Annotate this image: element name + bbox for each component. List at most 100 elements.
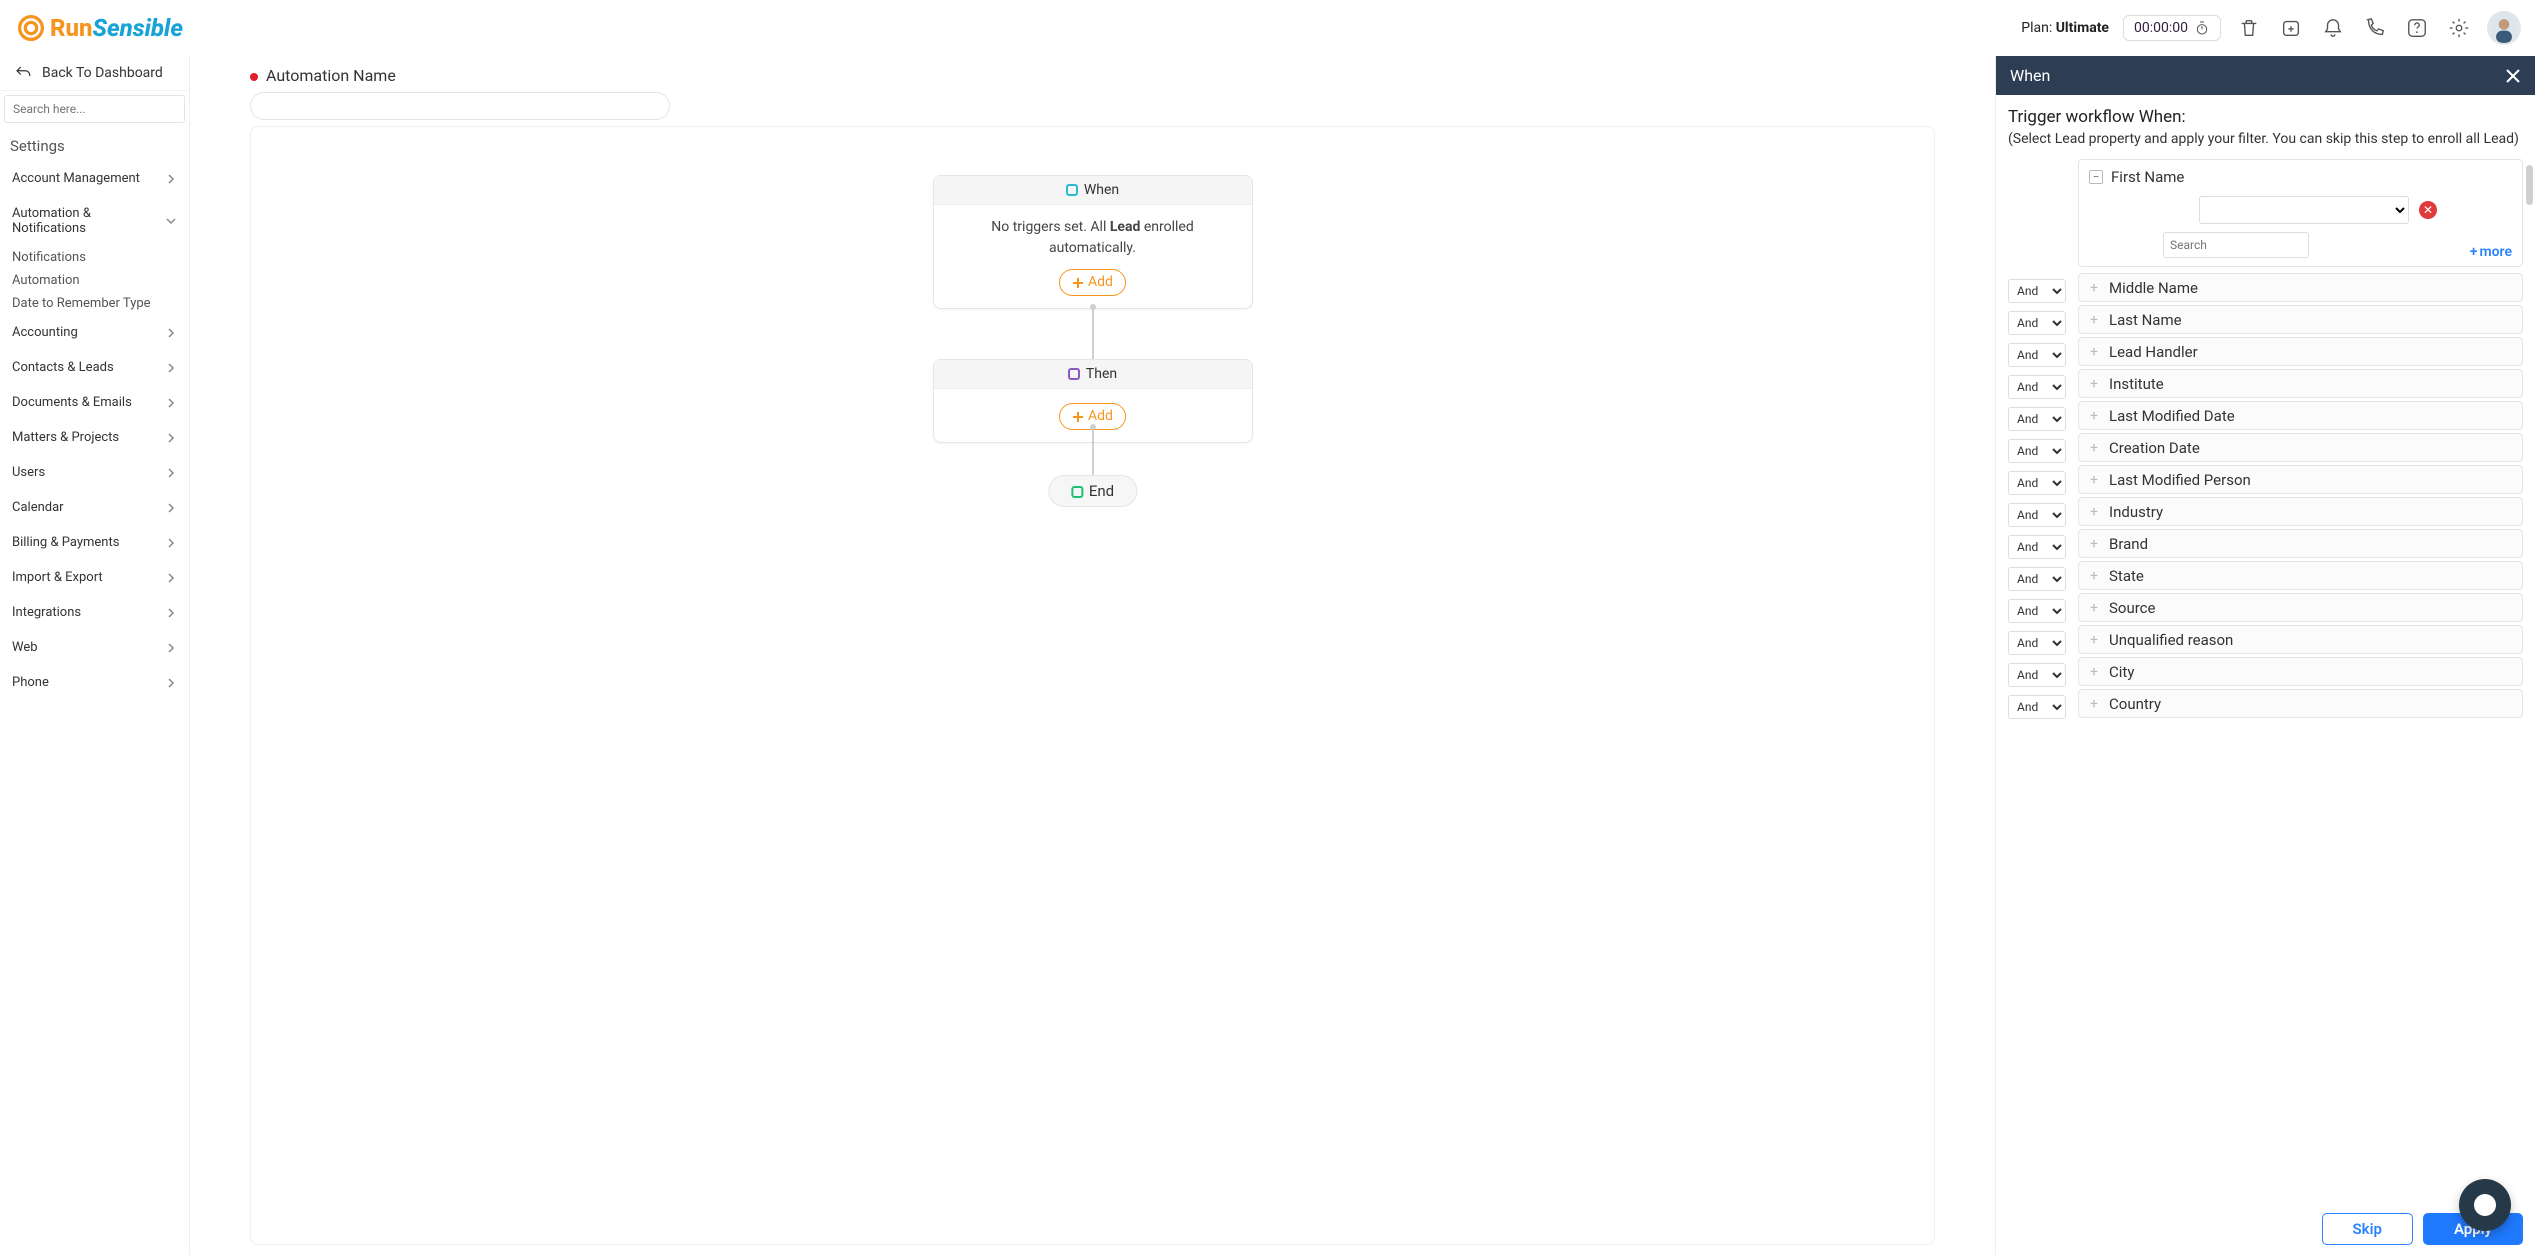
timer-pill[interactable]: 00:00:00 [2123,15,2221,41]
panel-subtitle: (Select Lead property and apply your fil… [2008,131,2523,147]
condition-select[interactable] [2199,196,2409,224]
sidebar-subitem[interactable]: Automation [0,269,189,292]
expand-plus-icon: + [2087,441,2101,455]
back-to-dashboard[interactable]: Back To Dashboard [0,56,189,91]
property-row[interactable]: +State [2078,561,2523,590]
logic-operator-select[interactable]: And [2008,631,2066,655]
logic-operator-select[interactable]: And [2008,503,2066,527]
sidebar-item[interactable]: Phone [0,665,189,700]
sidebar-item[interactable]: Automation & Notifications [0,196,189,246]
logic-operator-select[interactable]: And [2008,599,2066,623]
sidebar-item-label: Calendar [12,500,64,515]
panel-scrollbar[interactable] [2526,165,2533,205]
sidebar-subitem[interactable]: Notifications [0,246,189,269]
property-label: Source [2109,599,2155,617]
sidebar-item[interactable]: Matters & Projects [0,420,189,455]
end-node[interactable]: End [1048,475,1137,507]
sidebar-subitem[interactable]: Date to Remember Type [0,292,189,315]
panel-title: Trigger workflow When: [2008,107,2523,127]
property-row[interactable]: +Brand [2078,529,2523,558]
more-link[interactable]: +more [2470,244,2512,260]
automation-name-input[interactable] [250,92,670,120]
help-icon[interactable] [2403,14,2431,42]
user-avatar[interactable] [2487,11,2521,45]
sidebar-item[interactable]: Integrations [0,595,189,630]
property-label: Industry [2109,503,2163,521]
stopwatch-icon [2194,20,2210,36]
sidebar-search-input[interactable] [4,95,185,123]
first-property-label: First Name [2111,168,2184,186]
sidebar-item[interactable]: Import & Export [0,560,189,595]
when-add-button[interactable]: Add [1059,269,1126,296]
property-row[interactable]: +Last Modified Date [2078,401,2523,430]
collapse-toggle[interactable]: − [2089,170,2103,184]
expand-plus-icon: + [2087,665,2101,679]
chevron-right-icon [165,432,177,444]
close-icon[interactable] [2505,68,2521,84]
brand-text-b: Sensible [93,14,183,42]
logic-operator-select[interactable]: And [2008,695,2066,719]
when-node[interactable]: When No triggers set. All Lead enrolled … [933,175,1253,309]
bead-2 [1090,424,1096,430]
phone-icon[interactable] [2361,14,2389,42]
expand-plus-icon: + [2087,409,2101,423]
sidebar-item[interactable]: Account Management [0,161,189,196]
sidebar-item[interactable]: Calendar [0,490,189,525]
property-label: Unqualified reason [2109,631,2233,649]
sidebar-item[interactable]: Documents & Emails [0,385,189,420]
property-row[interactable]: +Institute [2078,369,2523,398]
property-row[interactable]: +Creation Date [2078,433,2523,462]
sidebar-item[interactable]: Users [0,455,189,490]
logic-operator-select[interactable]: And [2008,343,2066,367]
trash-icon[interactable] [2235,14,2263,42]
property-row[interactable]: +Last Modified Person [2078,465,2523,494]
when-panel-body: Trigger workflow When: (Select Lead prop… [1996,95,2535,1202]
property-row[interactable]: +Lead Handler [2078,337,2523,366]
remove-condition-button[interactable]: ✕ [2419,201,2437,219]
skip-button[interactable]: Skip [2322,1213,2413,1245]
property-row[interactable]: +Industry [2078,497,2523,526]
sidebar-item[interactable]: Accounting [0,315,189,350]
sidebar-item-label: Billing & Payments [12,535,119,550]
value-search-input[interactable] [2163,232,2309,258]
chevron-down-icon [165,215,177,227]
property-row[interactable]: +Last Name [2078,305,2523,334]
when-node-body: No triggers set. All Lead enrolled autom… [934,205,1252,308]
property-row[interactable]: + Unqualified reason [2078,625,2523,654]
sidebar-item-label: Users [12,465,45,480]
logic-operator-select[interactable]: And [2008,439,2066,463]
property-row[interactable]: +Source [2078,593,2523,622]
then-node-head: Then [934,360,1252,389]
logic-operator-select[interactable]: And [2008,471,2066,495]
logic-operator-select[interactable]: And [2008,279,2066,303]
expand-plus-icon: + [2087,345,2101,359]
sidebar-item[interactable]: Web [0,630,189,665]
calendar-add-icon[interactable] [2277,14,2305,42]
bell-icon[interactable] [2319,14,2347,42]
property-row[interactable]: +Middle Name [2078,273,2523,302]
sidebar-nav: Account Management Automation & Notificat… [0,157,189,700]
expand-plus-icon: + [2087,377,2101,391]
brand-logo[interactable]: RunSensible [18,14,183,42]
logic-operator-select[interactable]: And [2008,311,2066,335]
property-label: Last Name [2109,311,2182,329]
property-row[interactable]: +Country [2078,689,2523,718]
logo-swirl-icon [18,15,44,41]
logic-operator-select[interactable]: And [2008,663,2066,687]
sidebar-item[interactable]: Contacts & Leads [0,350,189,385]
sidebar-item[interactable]: Billing & Payments [0,525,189,560]
topbar-right: Plan: Ultimate 00:00:00 [2021,11,2521,45]
settings-gear-icon[interactable] [2445,14,2473,42]
logic-operator-select[interactable]: And [2008,375,2066,399]
property-row[interactable]: +City [2078,657,2523,686]
expand-plus-icon: + [2087,633,2101,647]
sidebar-item-label: Automation & Notifications [12,206,165,236]
logic-operator-select[interactable]: And [2008,535,2066,559]
logic-operator-column: And And And And And And And And And And And And And A… [2008,159,2070,727]
logic-operator-select[interactable]: And [2008,407,2066,431]
expand-plus-icon: + [2087,473,2101,487]
chat-fab[interactable] [2459,1179,2511,1231]
logic-operator-select[interactable]: And [2008,567,2066,591]
automation-canvas: Automation Name When No triggers set. Al… [190,56,1995,1255]
property-label: State [2109,567,2144,585]
